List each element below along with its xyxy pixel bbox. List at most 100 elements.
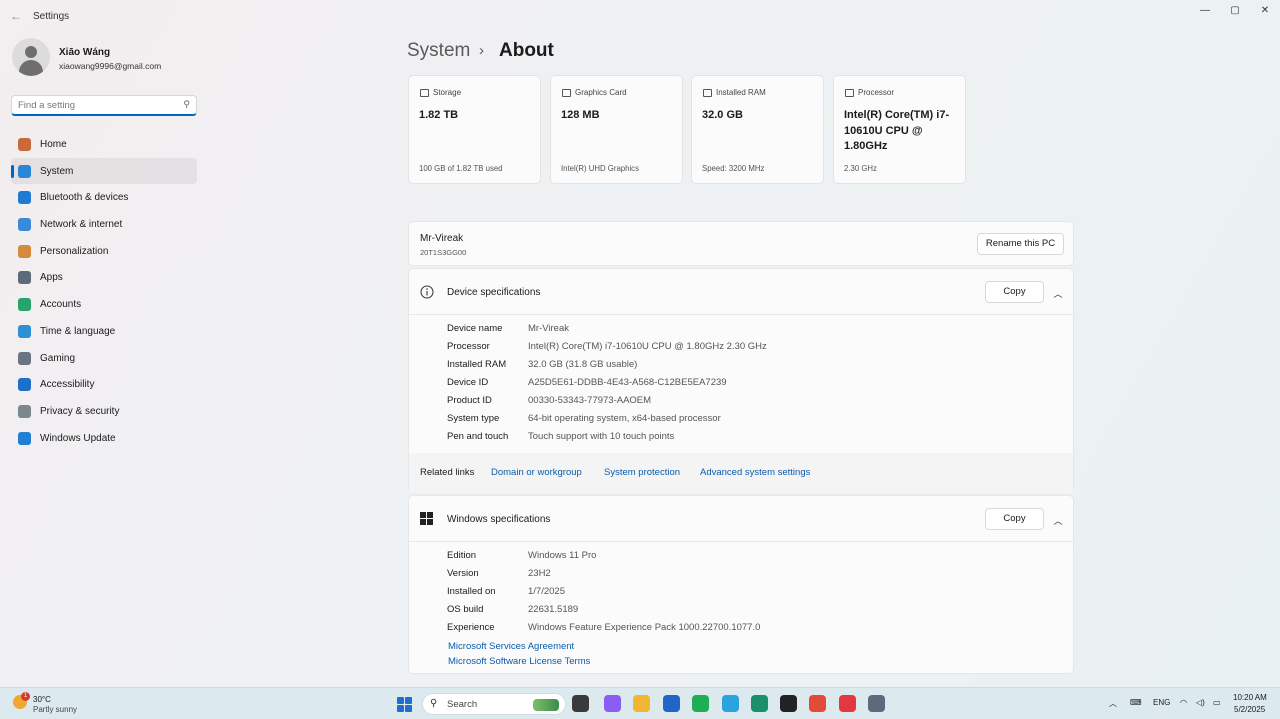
spec-value[interactable]: 23H2 (528, 568, 551, 579)
globe-clock-icon (18, 324, 31, 338)
wifi-icon[interactable]: ◠ (1180, 698, 1187, 707)
breadcrumb-parent[interactable]: System (407, 40, 470, 62)
wps-icon[interactable] (839, 695, 856, 712)
sidebar-item-home[interactable]: Home (11, 131, 197, 158)
sidebar-item-windows-update[interactable]: Windows Update (11, 425, 197, 452)
chevron-up-icon[interactable]: ︿ (1051, 287, 1065, 301)
weather-badge: 1 (21, 692, 30, 701)
divider (409, 541, 1073, 542)
spec-value[interactable]: 1/7/2025 (528, 586, 565, 597)
monitor-icon (18, 164, 31, 178)
store-icon[interactable] (663, 695, 680, 712)
taskbar: 1 30°C Partly sunny ⚲ Search ︿ ⌨ ENG ◠ ◁… (0, 687, 1280, 719)
sidebar-item-accessibility[interactable]: Accessibility (11, 371, 197, 398)
spec-key: Product ID (447, 395, 492, 406)
sidebar-item-network-internet[interactable]: Network & internet (11, 211, 197, 238)
sidebar-item-personalization[interactable]: Personalization (11, 238, 197, 265)
sidebar-item-bluetooth-devices[interactable]: Bluetooth & devices (11, 184, 197, 211)
sidebar-item-privacy-security[interactable]: Privacy & security (11, 398, 197, 425)
start-button[interactable] (397, 697, 412, 712)
copilot-icon[interactable] (604, 695, 621, 712)
sidebar-item-time-language[interactable]: Time & language (11, 318, 197, 345)
taskbar-search[interactable]: ⚲ Search (422, 693, 566, 715)
sidebar-item-label: Privacy & security (40, 405, 120, 417)
sidebar-item-system[interactable]: System (11, 157, 197, 185)
clock-time[interactable]: 10:20 AM (1233, 693, 1267, 702)
spec-value[interactable]: 22631.5189 (528, 604, 578, 615)
windows-logo-icon (397, 697, 404, 704)
windows-specs-panel: Windows specifications Copy ︿ Edition Win… (408, 495, 1074, 674)
keyboard-icon[interactable]: ⌨ (1130, 698, 1142, 707)
shield-icon (18, 404, 31, 418)
search-icon[interactable]: ⚲ (183, 99, 190, 110)
sidebar-item-label: System (40, 165, 74, 177)
search-highlight-icon (533, 699, 559, 711)
telegram-icon[interactable] (722, 695, 739, 712)
sidebar-item-label: Time & language (40, 325, 116, 337)
edge-icon[interactable] (751, 695, 768, 712)
card-sub: Speed: 3200 MHz (702, 164, 765, 173)
copy-device-specs-button[interactable]: Copy (985, 281, 1044, 303)
device-specs-title: Device specifications (447, 287, 541, 298)
spec-value[interactable]: Mr-Vireak (528, 323, 569, 334)
sidebar-item-accounts[interactable]: Accounts (11, 291, 197, 318)
minimize-icon[interactable]: — (1190, 4, 1220, 18)
sidebar-item-label: Gaming (40, 352, 76, 364)
chrome-icon[interactable] (809, 695, 826, 712)
file-manager-icon[interactable] (572, 695, 589, 712)
accessibility-icon (18, 378, 31, 392)
whatsapp-icon[interactable] (692, 695, 709, 712)
taskbar-search-label: Search (447, 699, 478, 710)
spec-key: Edition (447, 550, 477, 561)
avatar[interactable] (12, 38, 50, 76)
language-indicator[interactable]: ENG (1153, 698, 1170, 707)
chevron-up-icon[interactable]: ︿ (1109, 698, 1117, 709)
search-box[interactable]: ⚲ (11, 95, 197, 116)
sidebar-item-apps[interactable]: Apps (11, 264, 197, 291)
battery-icon[interactable]: ▭ (1213, 698, 1221, 707)
copy-windows-specs-button[interactable]: Copy (985, 508, 1044, 530)
close-icon[interactable]: ✕ (1250, 4, 1280, 18)
spec-value[interactable]: Windows 11 Pro (528, 550, 596, 561)
spec-key: Device ID (447, 377, 489, 388)
search-input[interactable] (18, 98, 178, 113)
storage-icon (420, 89, 429, 97)
settings-gear-icon[interactable] (868, 695, 885, 712)
weather-condition[interactable]: Partly sunny (33, 705, 77, 714)
spec-key: OS build (447, 604, 484, 615)
volume-icon[interactable]: ◁) (1196, 698, 1205, 707)
maximize-icon[interactable]: ▢ (1220, 4, 1250, 18)
sidebar-item-label: Home (40, 139, 67, 150)
card-sub: 100 GB of 1.82 TB used (419, 164, 503, 173)
spec-value[interactable]: A25D5E61-DDBB-4E43-A568-C12BE5EA7239 (528, 377, 727, 388)
spec-key: Pen and touch (447, 431, 509, 442)
card-sub: 2.30 GHz (844, 164, 877, 173)
rename-pc-button[interactable]: Rename this PC (977, 233, 1064, 255)
spec-value[interactable]: 00330-53343-77973-AAOEM (528, 395, 651, 406)
related-links-bar: Related links Domain or workgroup System… (409, 453, 1073, 493)
sidebar-item-label: Windows Update (40, 432, 116, 444)
back-arrow-icon[interactable]: ← (8, 8, 24, 24)
link-advanced-system-settings[interactable]: Advanced system settings (700, 467, 810, 478)
spec-value[interactable]: 64-bit operating system, x64-based proce… (528, 413, 721, 424)
spec-card-processor: Processor Intel(R) Core(TM) i7-10610U CPU… (833, 75, 966, 184)
chevron-up-icon[interactable]: ︿ (1051, 514, 1065, 528)
link-services-agreement[interactable]: Microsoft Services Agreement (448, 641, 574, 652)
clock-date[interactable]: 5/2/2025 (1234, 705, 1265, 714)
sidebar-nav: Home System Bluetooth & devices Network & i… (11, 131, 197, 451)
capcut-icon[interactable] (780, 695, 797, 712)
file-explorer-icon[interactable] (633, 695, 650, 712)
link-domain-workgroup[interactable]: Domain or workgroup (491, 467, 582, 478)
link-system-protection[interactable]: System protection (604, 467, 680, 478)
spec-value[interactable]: 32.0 GB (31.8 GB usable) (528, 359, 637, 370)
processor-icon (845, 89, 854, 97)
spec-value[interactable]: Windows Feature Experience Pack 1000.227… (528, 622, 760, 633)
spec-value[interactable]: Touch support with 10 touch points (528, 431, 674, 442)
windows-logo-icon (397, 705, 404, 712)
spec-key: Installed RAM (447, 359, 507, 370)
weather-temp[interactable]: 30°C (33, 695, 51, 704)
spec-value[interactable]: Intel(R) Core(TM) i7-10610U CPU @ 1.80GH… (528, 341, 767, 352)
sidebar-item-gaming[interactable]: Gaming (11, 345, 197, 372)
sidebar-item-label: Apps (40, 272, 63, 284)
link-license-terms[interactable]: Microsoft Software License Terms (448, 656, 590, 667)
